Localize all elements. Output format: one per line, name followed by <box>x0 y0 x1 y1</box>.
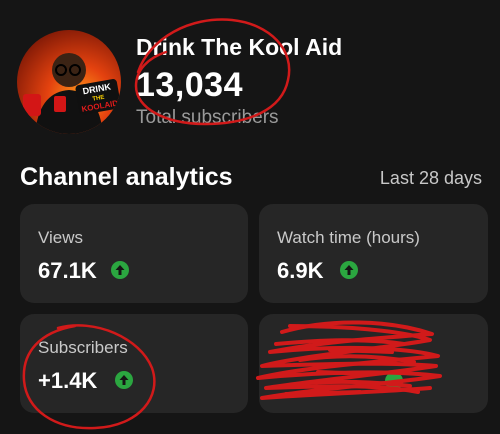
card-label: Watch time (hours) <box>277 228 420 247</box>
trend-up-icon <box>385 372 403 390</box>
section-title: Channel analytics <box>20 163 233 191</box>
subscriber-count: 13,034 <box>136 66 243 104</box>
card-value: 6.9K <box>277 258 324 283</box>
channel-name: Drink The Kool Aid <box>136 34 343 60</box>
trend-up-icon <box>115 371 133 389</box>
subscribers-card[interactable]: Subscribers +1.4K <box>20 314 248 413</box>
watch-time-card[interactable]: Watch time (hours) 6.9K <box>259 204 488 303</box>
kool-aid-logo: DRINK THE KOOLAID <box>75 79 121 115</box>
trend-up-icon <box>111 261 129 279</box>
subscriber-label: Total subscribers <box>136 107 279 128</box>
redacted-card[interactable] <box>259 314 488 413</box>
card-label: Views <box>38 228 84 247</box>
card-value: 67.1K <box>38 258 97 283</box>
card-label: Subscribers <box>38 338 128 357</box>
channel-avatar[interactable]: DRINK THE KOOLAID <box>17 30 121 134</box>
views-card[interactable]: Views 67.1K <box>20 204 248 303</box>
card-value: +1.4K <box>38 368 98 393</box>
period-selector[interactable]: Last 28 days <box>380 168 482 189</box>
trend-up-icon <box>340 261 358 279</box>
